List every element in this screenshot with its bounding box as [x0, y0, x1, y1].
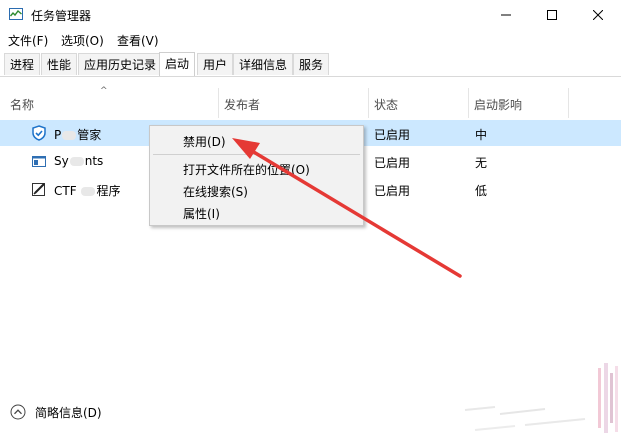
task-manager-icon	[9, 8, 23, 20]
row-status: 已启用	[374, 128, 411, 142]
shield-icon	[32, 125, 46, 141]
column-divider[interactable]	[218, 88, 219, 118]
column-divider[interactable]	[368, 88, 369, 118]
row-name: Sy nts	[54, 154, 104, 168]
fewer-details-link[interactable]: 简略信息(D)	[35, 404, 102, 421]
tab-startup[interactable]: 启动	[159, 52, 196, 76]
column-divider[interactable]	[468, 88, 469, 118]
window-icon	[32, 156, 46, 167]
row-impact: 低	[475, 184, 488, 198]
row-name: P 管家	[54, 128, 102, 142]
close-icon	[593, 10, 603, 20]
context-open-file-location[interactable]: 打开文件所在的位置(O)	[183, 161, 310, 178]
chevron-up-circle-icon[interactable]	[10, 404, 26, 420]
minimize-button[interactable]	[483, 0, 529, 30]
task-manager-window: 任务管理器 文件(F) 选项(O) 查看(V) 进程 性能 应用历史记录 启动 …	[0, 0, 621, 438]
decorative-scribble	[464, 406, 586, 431]
tab-processes[interactable]: 进程	[4, 53, 41, 75]
tab-services[interactable]: 服务	[293, 53, 330, 75]
redacted-blur	[69, 157, 84, 166]
context-search-online[interactable]: 在线搜索(S)	[183, 183, 248, 200]
pen-icon	[32, 183, 45, 196]
column-status[interactable]: 状态	[374, 96, 398, 113]
context-disable[interactable]: 禁用(D)	[183, 133, 226, 150]
column-startup-impact[interactable]: 启动影响	[474, 96, 522, 113]
menu-bar: 文件(F) 选项(O) 查看(V)	[0, 30, 621, 50]
column-name[interactable]: 名称	[10, 96, 34, 113]
column-divider[interactable]	[568, 88, 569, 118]
row-impact: 中	[475, 128, 488, 142]
redacted-blur	[81, 187, 96, 196]
menu-file[interactable]: 文件(F)	[8, 32, 48, 49]
context-separator	[153, 154, 360, 155]
minimize-icon	[501, 14, 511, 16]
context-properties[interactable]: 属性(I)	[183, 205, 220, 222]
decorative-corner-artifact	[598, 363, 618, 433]
row-name: CTF 程序	[54, 184, 121, 198]
tab-users[interactable]: 用户	[197, 53, 234, 75]
title-bar[interactable]: 任务管理器	[0, 0, 621, 30]
window-title: 任务管理器	[31, 9, 92, 23]
menu-view[interactable]: 查看(V)	[117, 32, 159, 49]
tab-details[interactable]: 详细信息	[233, 53, 294, 75]
sort-ascending-icon: ^	[100, 86, 108, 96]
redacted-blur	[62, 131, 77, 140]
column-header: ^ 名称 发布者 状态 启动影响	[0, 86, 621, 118]
tab-performance[interactable]: 性能	[41, 53, 78, 75]
context-menu: 禁用(D) 打开文件所在的位置(O) 在线搜索(S) 属性(I)	[149, 125, 364, 226]
maximize-icon	[547, 10, 557, 20]
menu-options[interactable]: 选项(O)	[61, 32, 104, 49]
row-status: 已启用	[374, 184, 411, 198]
tab-app-history[interactable]: 应用历史记录	[78, 53, 163, 75]
close-button[interactable]	[575, 0, 621, 30]
row-status: 已启用	[374, 156, 411, 170]
row-impact: 无	[475, 156, 488, 170]
column-publisher[interactable]: 发布者	[224, 96, 260, 113]
maximize-button[interactable]	[529, 0, 575, 30]
tab-bar: 进程 性能 应用历史记录 启动 用户 详细信息 服务	[0, 52, 621, 77]
